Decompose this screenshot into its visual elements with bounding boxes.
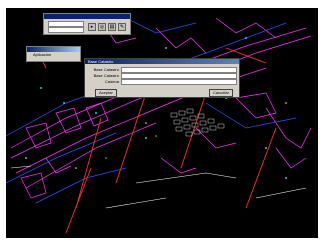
cad-drawing-canvas[interactable] (6, 8, 318, 238)
dialog-title[interactable]: Base Catastro (85, 59, 239, 64)
ok-button[interactable]: Aceptar (95, 89, 117, 97)
dialog-field-label: Base Catastro (93, 67, 119, 72)
application-window[interactable]: Aplicación (26, 46, 81, 62)
cancel-button[interactable]: Cancelar (208, 89, 233, 97)
toolbar-input-2[interactable] (48, 27, 84, 33)
dialog-field-input-3[interactable] (121, 79, 237, 85)
dialog-field-row-1: Base Catastro (89, 67, 237, 73)
toolbar-window[interactable]: ▸ ◎ ▤ ✎ (43, 13, 131, 35)
select-tool-icon[interactable]: ▸ (88, 23, 96, 31)
base-catastro-dialog[interactable]: Base Catastro Base Catastro Base Catastr… (84, 58, 240, 98)
zoom-tool-icon[interactable]: ◎ (98, 23, 106, 31)
layer-tool-icon[interactable]: ▤ (108, 23, 116, 31)
application-label: Aplicación (33, 52, 52, 57)
dialog-field-label: Cadena (104, 79, 119, 84)
properties-tool-icon[interactable]: ✎ (118, 23, 126, 31)
dialog-field-row-2: Base Catastro (89, 73, 237, 79)
dialog-field-label: Base Catastro (93, 73, 119, 78)
cad-map-drawing (6, 17, 312, 234)
dialog-field-row-3: Cadena (89, 79, 237, 85)
